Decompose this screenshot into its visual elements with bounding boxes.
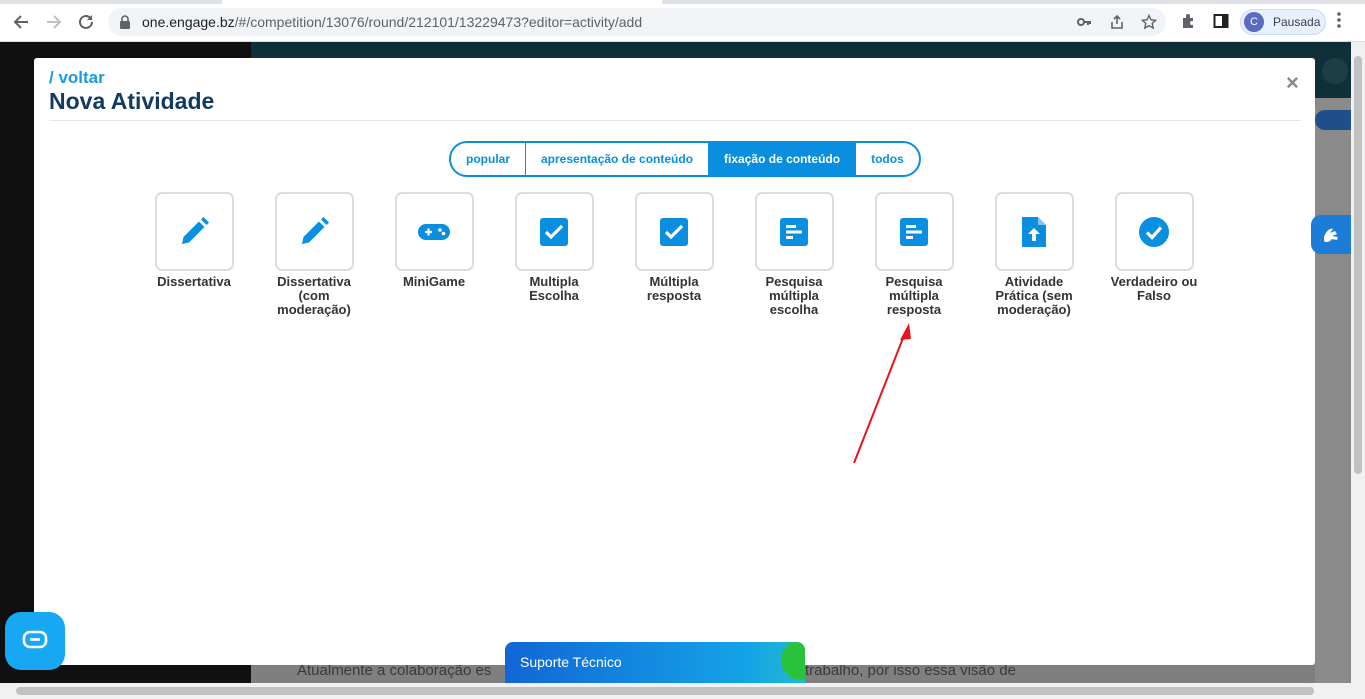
activity-icon-box[interactable] [274, 192, 354, 271]
checkbox-icon [540, 217, 568, 246]
tab-todos[interactable]: todos [856, 143, 919, 175]
activity-dissertativa[interactable]: Dissertativa [149, 192, 239, 289]
vertical-scrollbar[interactable] [1351, 42, 1365, 683]
support-widget[interactable]: Suporte Técnico [505, 642, 805, 683]
activity-dissertativa-com-moderacao[interactable]: Dissertativa (com moderação) [269, 192, 359, 317]
profile-button[interactable]: C Pausada [1240, 9, 1326, 35]
divider [49, 120, 1301, 121]
activity-atividade-pratica[interactable]: Atividade Prática (sem moderação) [989, 192, 1079, 317]
modal-title: Nova Atividade [49, 88, 215, 114]
activity-label: MiniGame [402, 274, 466, 289]
checkbox-icon [660, 217, 688, 246]
activity-label: Verdadeiro ou Falso [1110, 274, 1198, 303]
tab-apresentacao-de-conteudo[interactable]: apresentação de conteúdo [526, 143, 710, 175]
activity-pesquisa-multipla-resposta[interactable]: Pesquisa múltipla resposta [869, 192, 959, 317]
tab-fixacao-de-conteudo[interactable]: fixação de conteúdo [709, 143, 857, 175]
activity-multipla-escolha[interactable]: Multipla Escolha [509, 192, 599, 303]
close-icon[interactable]: × [1286, 72, 1299, 94]
address-bar[interactable]: one.engage.bz/#/competition/13076/round/… [108, 8, 1166, 36]
url-path: /#/competition/13076/round/212101/132294… [234, 14, 643, 30]
back-link[interactable]: / voltar [49, 68, 105, 88]
tab-strip [0, 0, 1365, 4]
browser-menu-icon[interactable] [1337, 12, 1341, 33]
browser-toolbar: one.engage.bz/#/competition/13076/round/… [0, 0, 1365, 42]
gamepad-icon [418, 223, 450, 240]
horizontal-scrollbar-thumb[interactable] [16, 687, 1314, 695]
online-status-indicator [781, 642, 805, 680]
activity-icon-box[interactable] [874, 192, 954, 271]
pencil-icon [302, 216, 329, 244]
activity-icon-box[interactable] [634, 192, 714, 271]
activity-label: Pesquisa múltipla resposta [885, 274, 943, 317]
vertical-scrollbar-thumb[interactable] [1354, 56, 1362, 474]
activity-label: Dissertativa [157, 274, 231, 289]
url-text: one.engage.bz/#/competition/13076/round/… [142, 14, 642, 30]
activity-label: Atividade Prática (sem moderação) [995, 274, 1073, 317]
activity-icon-box[interactable] [1114, 192, 1194, 271]
share-icon[interactable] [1109, 14, 1125, 30]
key-icon[interactable] [1076, 14, 1092, 30]
activity-label: Pesquisa múltipla escolha [765, 274, 823, 317]
tab-popular[interactable]: popular [451, 143, 526, 175]
file-upload-icon [1022, 216, 1046, 247]
support-label: Suporte Técnico [520, 654, 622, 670]
new-activity-modal: / voltar Nova Atividade × popular aprese… [34, 58, 1315, 665]
side-panel-icon[interactable] [1213, 13, 1229, 34]
url-host: one.engage.bz [142, 14, 235, 30]
chat-bubble-icon [22, 630, 48, 649]
poll-icon [780, 217, 808, 246]
activity-pesquisa-multipla-escolha[interactable]: Pesquisa múltipla escolha [749, 192, 839, 317]
poll-icon [900, 217, 928, 246]
activity-icon-box[interactable] [154, 192, 234, 271]
background-right-area [1315, 98, 1351, 683]
lock-icon[interactable] [119, 15, 131, 34]
activity-minigame[interactable]: MiniGame [389, 192, 479, 289]
activity-multipla-resposta[interactable]: Múltipla resposta [629, 192, 719, 303]
hamburger-menu-icon [1322, 58, 1348, 84]
activity-label: Múltipla resposta [646, 274, 702, 303]
check-circle-icon [1139, 216, 1169, 247]
reload-icon[interactable] [75, 11, 97, 33]
activity-label: Multipla Escolha [529, 274, 579, 303]
profile-avatar: C [1244, 12, 1264, 32]
activity-icon-box[interactable] [994, 192, 1074, 271]
back-arrow-icon[interactable] [10, 11, 32, 33]
activity-icon-box[interactable] [394, 192, 474, 271]
background-pill [1315, 110, 1351, 130]
forward-arrow-icon[interactable] [43, 11, 65, 33]
pencil-icon [182, 216, 209, 244]
chat-button[interactable] [5, 612, 65, 670]
active-tab[interactable] [222, 0, 662, 4]
activity-verdadeiro-ou-falso[interactable]: Verdadeiro ou Falso [1109, 192, 1199, 303]
accessibility-hands-icon[interactable] [1311, 215, 1351, 254]
activity-label: Dissertativa (com moderação) [277, 274, 351, 317]
bookmark-star-icon[interactable] [1140, 13, 1158, 30]
activity-type-list: Dissertativa Dissertativa (com moderação… [149, 192, 1249, 332]
activity-icon-box[interactable] [754, 192, 834, 271]
horizontal-scrollbar[interactable] [0, 683, 1365, 699]
extensions-puzzle-icon[interactable] [1181, 13, 1197, 34]
profile-status: Pausada [1273, 15, 1321, 29]
activity-category-tabs: popular apresentação de conteúdo fixação… [449, 141, 921, 177]
activity-icon-box[interactable] [514, 192, 594, 271]
